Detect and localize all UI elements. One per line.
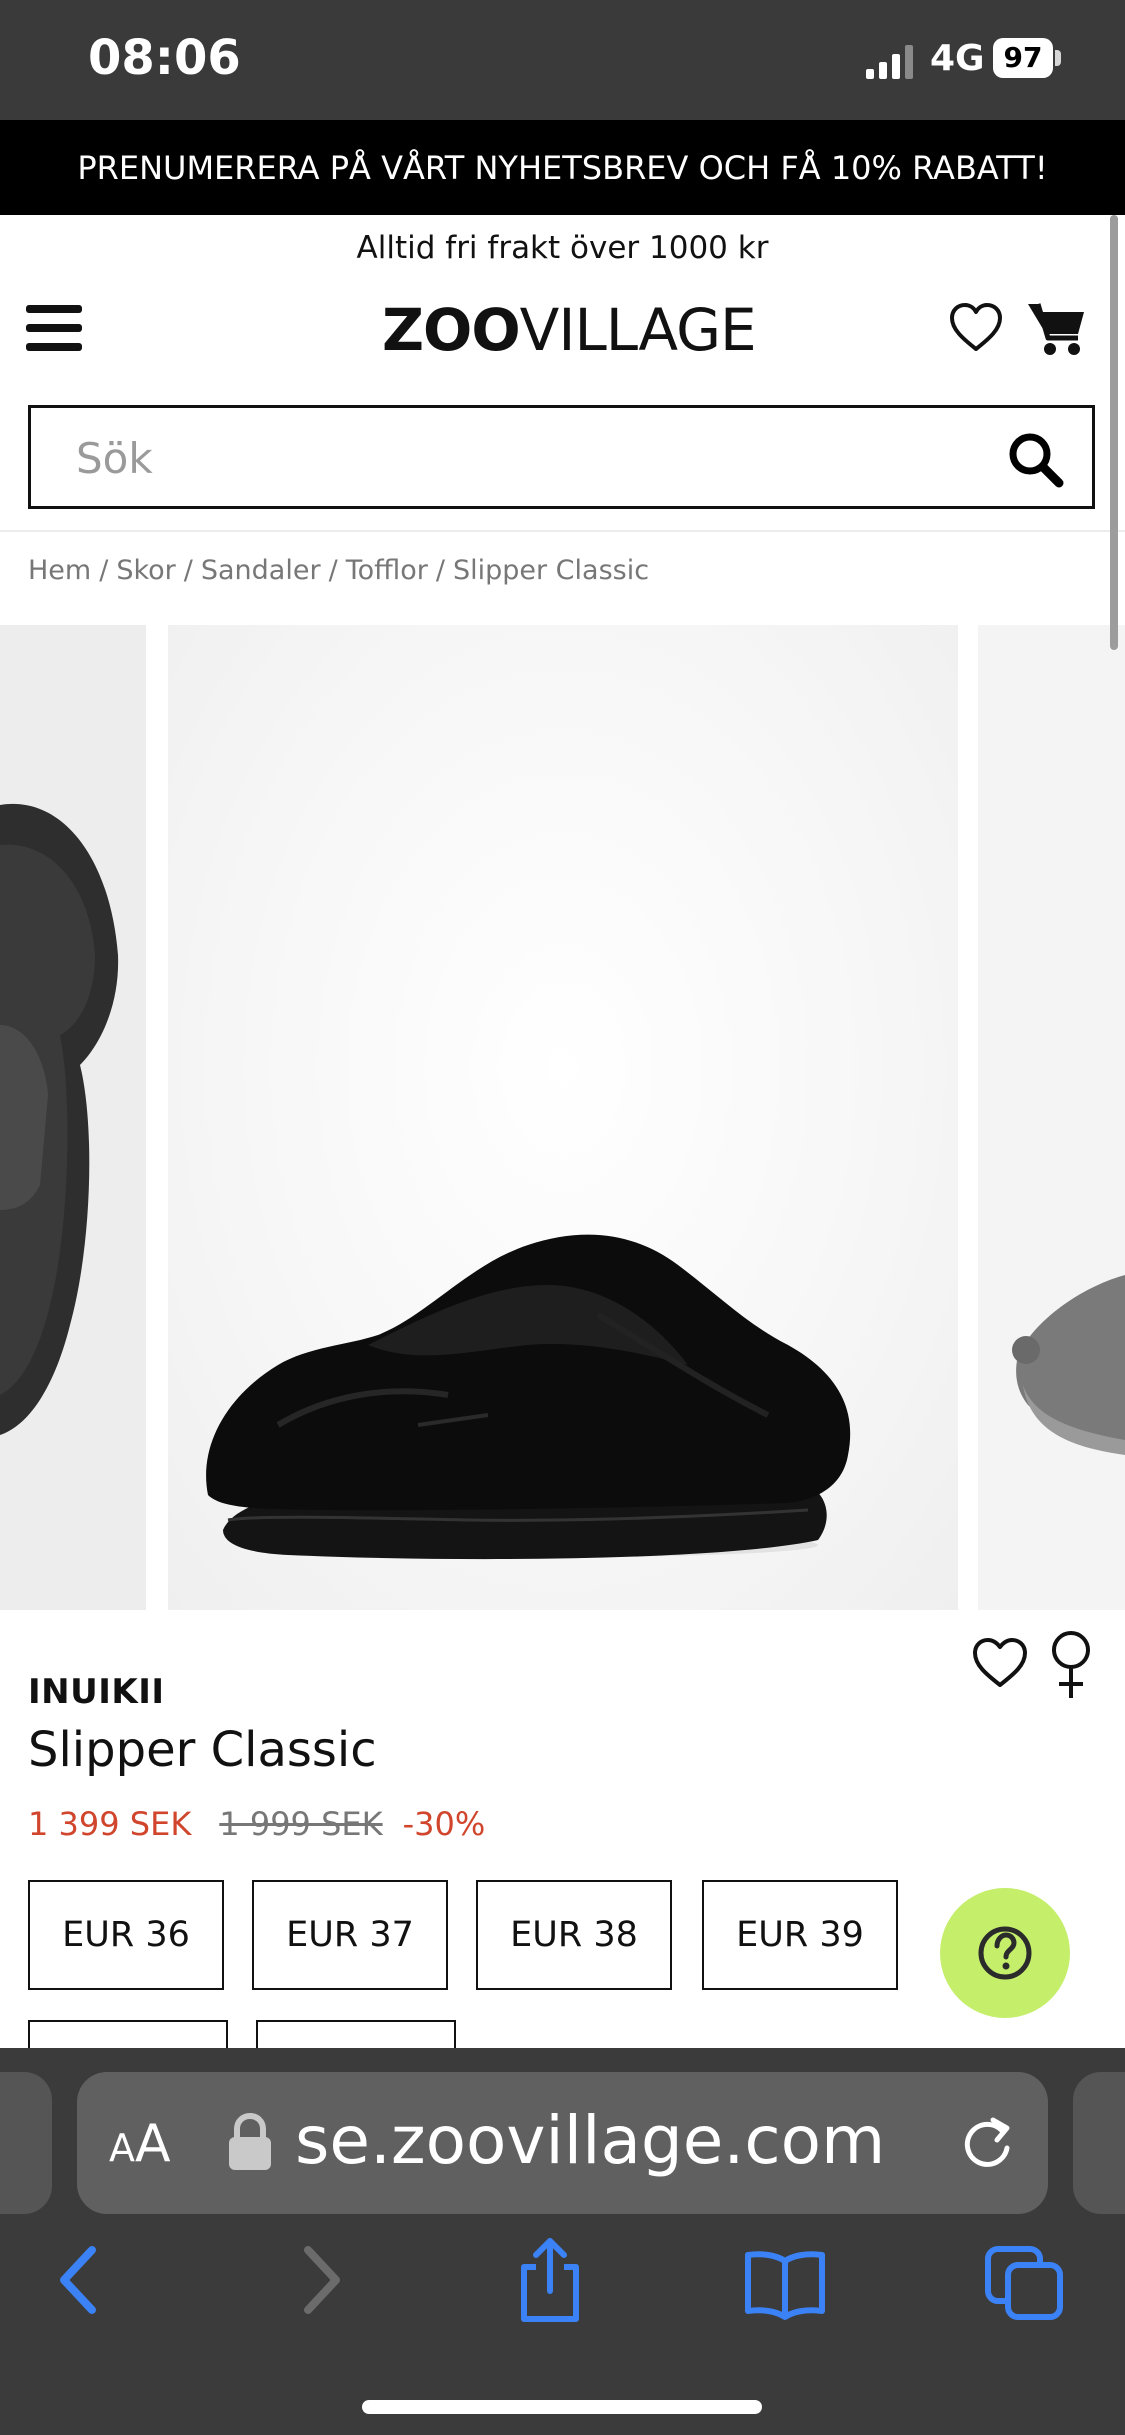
gallery-slide-main[interactable] [168, 625, 958, 1610]
cart-icon[interactable] [1026, 298, 1088, 358]
size-option-eur-36[interactable]: EUR 36 [28, 1880, 224, 1990]
search-box [28, 405, 1095, 509]
breadcrumb-item-tofflor[interactable]: Tofflor [346, 555, 428, 586]
size-option-partial[interactable] [28, 2020, 228, 2050]
search-input[interactable] [31, 408, 978, 508]
bookmarks-icon[interactable] [740, 2235, 830, 2325]
signal-icon [866, 45, 913, 79]
heart-icon[interactable] [970, 1635, 1030, 1691]
gallery-slide-previous[interactable] [0, 625, 146, 1610]
back-icon[interactable] [50, 2235, 110, 2325]
price-original: 1 999 SEK [219, 1805, 383, 1843]
share-icon[interactable] [510, 2235, 590, 2325]
size-option-eur-38[interactable]: EUR 38 [476, 1880, 672, 1990]
size-option-eur-37[interactable]: EUR 37 [252, 1880, 448, 1990]
page-scrollbar[interactable] [1110, 215, 1118, 650]
size-option-partial[interactable] [256, 2020, 456, 2050]
shipping-notice: Alltid fri frakt över 1000 kr [356, 229, 769, 266]
home-indicator[interactable] [362, 2400, 762, 2414]
size-option-eur-39[interactable]: EUR 39 [702, 1880, 898, 1990]
breadcrumb-item-current: Slipper Classic [452, 555, 650, 586]
price-row: 1 399 SEK 1 999 SEK -30% [28, 1805, 485, 1843]
logo-bold-part: ZOO [382, 296, 521, 364]
help-button[interactable] [940, 1888, 1070, 2018]
product-title: Slipper Classic [28, 1722, 377, 1778]
site-logo[interactable]: ZOOVILLAGE [382, 296, 757, 366]
header-divider [0, 530, 1125, 532]
breadcrumb-item-sandaler[interactable]: Sandaler [201, 555, 321, 586]
menu-icon[interactable] [26, 305, 82, 351]
slipper-image-partial [0, 803, 119, 1435]
battery-level: 97 [993, 38, 1053, 78]
tabs-icon[interactable] [980, 2235, 1070, 2325]
search-icon[interactable] [1006, 430, 1064, 488]
newsletter-promo-banner[interactable]: PRENUMERERA PÅ VÅRT NYHETSBREV OCH FÅ 10… [0, 120, 1125, 215]
breadcrumb: Hem / Skor / Sandaler / Tofflor / Slipper Classi… [28, 555, 650, 586]
logo-regular-part: VILLAGE [519, 296, 757, 364]
help-icon [978, 1926, 1032, 1980]
status-time: 08:06 [88, 30, 241, 86]
battery-icon: 97 [993, 38, 1063, 78]
product-image-gallery[interactable] [0, 625, 1125, 1610]
price-current: 1 399 SEK [28, 1805, 192, 1843]
text-size-button[interactable]: AA [109, 2114, 171, 2174]
heart-icon[interactable] [948, 300, 1004, 356]
breadcrumb-item-skor[interactable]: Skor [116, 555, 175, 586]
slipper-image [206, 1234, 851, 1560]
gallery-slide-next[interactable] [978, 625, 1125, 1610]
adjacent-tab-right[interactable] [1073, 2072, 1125, 2214]
product-brand[interactable]: INUIKII [28, 1672, 165, 1712]
reload-icon[interactable] [957, 2110, 1017, 2172]
slipper-image-partial [1012, 1275, 1125, 1455]
address-bar[interactable]: AA se.zoovillage.com [77, 2072, 1048, 2214]
network-label: 4G [930, 38, 985, 79]
lock-icon [229, 2112, 271, 2170]
discount-badge: -30% [402, 1805, 486, 1843]
breadcrumb-item-hem[interactable]: Hem [28, 555, 91, 586]
female-icon [1052, 1631, 1090, 1698]
adjacent-tab-left[interactable] [0, 2072, 52, 2214]
url-text[interactable]: se.zoovillage.com [295, 2102, 885, 2179]
forward-icon[interactable] [290, 2235, 350, 2325]
